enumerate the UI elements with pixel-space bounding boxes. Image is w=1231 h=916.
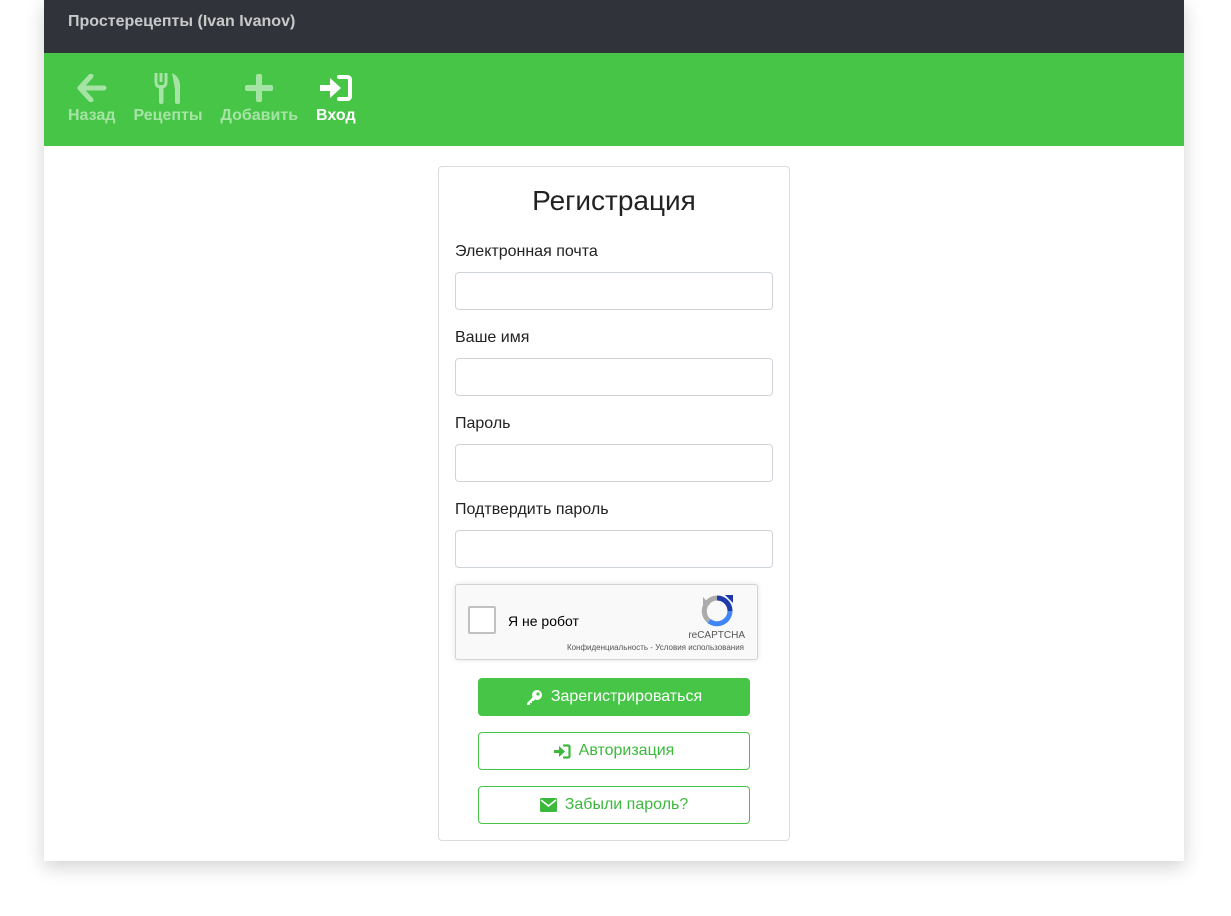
recaptcha-links[interactable]: Конфиденциальность - Условия использован… xyxy=(567,643,744,652)
nav-login[interactable]: Вход xyxy=(316,53,356,125)
registration-card: Регистрация Электронная почта Ваше имя П… xyxy=(438,166,790,841)
key-icon xyxy=(526,689,551,706)
forgot-password-button-label: Забыли пароль? xyxy=(564,796,689,813)
arrow-left-icon xyxy=(77,71,107,105)
forgot-password-button[interactable]: Забыли пароль? xyxy=(478,786,750,824)
nav-add[interactable]: Добавить xyxy=(220,53,299,125)
sign-in-icon xyxy=(319,71,353,105)
top-bar: Простерецепты (Ivan Ivanov) xyxy=(44,0,1184,53)
nav-back[interactable]: Назад xyxy=(68,53,115,125)
login-button[interactable]: Авторизация xyxy=(478,732,750,770)
plus-icon xyxy=(244,71,274,105)
confirm-password-field[interactable] xyxy=(455,530,773,568)
recaptcha-brand: reCAPTCHA xyxy=(688,630,745,641)
app-window: Простерецепты (Ivan Ivanov) Назад Рецепт… xyxy=(44,0,1184,861)
name-field[interactable] xyxy=(455,358,773,396)
utensils-icon xyxy=(154,71,182,105)
envelope-icon xyxy=(539,798,565,812)
email-field[interactable] xyxy=(455,272,773,310)
recaptcha-checkbox[interactable] xyxy=(468,606,496,634)
name-label: Ваше имя xyxy=(455,329,530,346)
nav-recipes[interactable]: Рецепты xyxy=(133,53,203,125)
email-label: Электронная почта xyxy=(455,243,598,260)
login-button-label: Авторизация xyxy=(578,742,675,759)
register-button-label: Зарегистрироваться xyxy=(550,688,703,705)
nav-back-label: Назад xyxy=(68,107,116,124)
sign-in-icon xyxy=(553,743,579,759)
nav-recipes-label: Рецепты xyxy=(133,107,203,124)
form-title: Регистрация xyxy=(532,185,696,216)
recaptcha-logo-icon xyxy=(700,595,734,632)
register-button[interactable]: Зарегистрироваться xyxy=(478,678,750,716)
password-field[interactable] xyxy=(455,444,773,482)
app-title: Простерецепты (Ivan Ivanov) xyxy=(68,12,296,30)
nav-add-label: Добавить xyxy=(220,107,299,124)
confirm-password-label: Подтвердить пароль xyxy=(455,501,609,518)
recaptcha-label: Я не робот xyxy=(508,613,579,629)
main-nav: Назад Рецепты Добавить Вход xyxy=(44,53,1184,146)
password-label: Пароль xyxy=(455,415,511,432)
recaptcha-widget: Я не робот reCAPTCHA Конфиденциальность … xyxy=(455,584,758,660)
nav-login-label: Вход xyxy=(316,107,356,124)
